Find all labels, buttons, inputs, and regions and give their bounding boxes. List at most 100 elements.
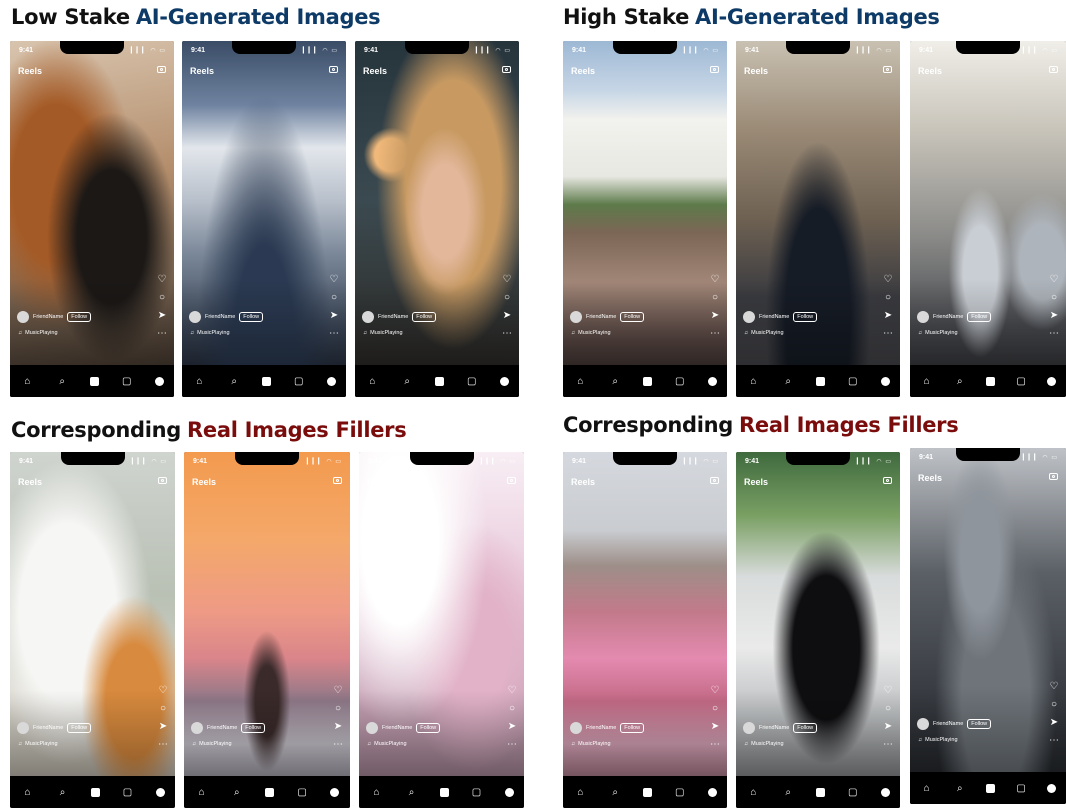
home-icon[interactable]: ⌂: [20, 376, 34, 387]
comment-icon[interactable]: ○: [509, 704, 515, 714]
camera-icon[interactable]: [502, 66, 511, 73]
shop-icon[interactable]: ▢: [120, 376, 134, 387]
more-icon[interactable]: ⋯: [158, 740, 168, 750]
heart-icon[interactable]: ♡: [711, 275, 720, 285]
heart-icon[interactable]: ♡: [334, 686, 343, 696]
share-icon[interactable]: ➤: [711, 311, 719, 321]
profile-icon[interactable]: [154, 376, 164, 386]
heart-icon[interactable]: ♡: [159, 686, 168, 696]
avatar[interactable]: [570, 722, 582, 734]
share-icon[interactable]: ➤: [1050, 311, 1058, 321]
share-icon[interactable]: ➤: [334, 722, 342, 732]
share-icon[interactable]: ➤: [330, 311, 338, 321]
music-info[interactable]: ♫ MusicPlaying: [190, 330, 230, 336]
profile-icon[interactable]: [707, 376, 717, 386]
shop-icon[interactable]: ▢: [121, 787, 135, 798]
search-icon[interactable]: ⌕: [405, 787, 419, 798]
home-icon[interactable]: ⌂: [746, 787, 760, 798]
share-icon[interactable]: ➤: [884, 722, 892, 732]
search-icon[interactable]: ⌕: [608, 376, 622, 387]
heart-icon[interactable]: ♡: [508, 686, 517, 696]
profile-icon[interactable]: [1047, 783, 1057, 793]
music-info[interactable]: ♫ MusicPlaying: [918, 737, 958, 743]
shop-icon[interactable]: ▢: [846, 376, 860, 387]
shop-icon[interactable]: ▢: [465, 376, 479, 387]
comment-icon[interactable]: ○: [712, 704, 718, 714]
reels-icon[interactable]: [642, 787, 652, 797]
music-info[interactable]: ♫ MusicPlaying: [363, 330, 403, 336]
heart-icon[interactable]: ♡: [1050, 275, 1059, 285]
home-icon[interactable]: ⌂: [370, 787, 384, 798]
username[interactable]: FriendName: [33, 725, 63, 731]
more-icon[interactable]: ⋯: [710, 740, 720, 750]
music-info[interactable]: ♫ MusicPlaying: [18, 741, 58, 747]
username[interactable]: FriendName: [933, 314, 963, 320]
shop-icon[interactable]: ▢: [846, 787, 860, 798]
reels-icon[interactable]: [90, 787, 100, 797]
camera-icon[interactable]: [329, 66, 338, 73]
username[interactable]: FriendName: [586, 725, 616, 731]
reels-icon[interactable]: [642, 376, 652, 386]
more-icon[interactable]: ⋯: [507, 740, 517, 750]
search-icon[interactable]: ⌕: [953, 376, 967, 387]
home-icon[interactable]: ⌂: [920, 783, 934, 794]
avatar[interactable]: [362, 311, 374, 323]
heart-icon[interactable]: ♡: [158, 275, 167, 285]
reels-icon[interactable]: [439, 787, 449, 797]
reels-icon[interactable]: [985, 376, 995, 386]
follow-button[interactable]: Follow: [416, 723, 441, 733]
username[interactable]: FriendName: [207, 725, 237, 731]
comment-icon[interactable]: ○: [335, 704, 341, 714]
follow-button[interactable]: Follow: [967, 719, 992, 729]
username[interactable]: FriendName: [759, 314, 789, 320]
more-icon[interactable]: ⋯: [883, 740, 893, 750]
comment-icon[interactable]: ○: [159, 293, 165, 303]
avatar[interactable]: [570, 311, 582, 323]
avatar[interactable]: [17, 722, 29, 734]
profile-icon[interactable]: [326, 376, 336, 386]
profile-icon[interactable]: [707, 787, 717, 797]
comment-icon[interactable]: ○: [885, 293, 891, 303]
follow-button[interactable]: Follow: [793, 723, 818, 733]
share-icon[interactable]: ➤: [503, 311, 511, 321]
share-icon[interactable]: ➤: [159, 722, 167, 732]
profile-icon[interactable]: [880, 376, 890, 386]
avatar[interactable]: [743, 722, 755, 734]
shop-icon[interactable]: ▢: [673, 787, 687, 798]
more-icon[interactable]: ⋯: [710, 329, 720, 339]
more-icon[interactable]: ⋯: [883, 329, 893, 339]
camera-icon[interactable]: [158, 477, 167, 484]
search-icon[interactable]: ⌕: [230, 787, 244, 798]
reels-icon[interactable]: [89, 376, 99, 386]
more-icon[interactable]: ⋯: [329, 329, 339, 339]
avatar[interactable]: [191, 722, 203, 734]
avatar[interactable]: [917, 311, 929, 323]
profile-icon[interactable]: [504, 787, 514, 797]
search-icon[interactable]: ⌕: [55, 376, 69, 387]
search-icon[interactable]: ⌕: [781, 376, 795, 387]
reels-icon[interactable]: [815, 376, 825, 386]
avatar[interactable]: [917, 718, 929, 730]
username[interactable]: FriendName: [759, 725, 789, 731]
follow-button[interactable]: Follow: [620, 723, 645, 733]
comment-icon[interactable]: ○: [160, 704, 166, 714]
search-icon[interactable]: ⌕: [953, 783, 967, 794]
camera-icon[interactable]: [710, 66, 719, 73]
heart-icon[interactable]: ♡: [884, 275, 893, 285]
home-icon[interactable]: ⌂: [573, 787, 587, 798]
search-icon[interactable]: ⌕: [227, 376, 241, 387]
more-icon[interactable]: ⋯: [1049, 329, 1059, 339]
camera-icon[interactable]: [883, 477, 892, 484]
heart-icon[interactable]: ♡: [1050, 682, 1059, 692]
home-icon[interactable]: ⌂: [920, 376, 934, 387]
username[interactable]: FriendName: [378, 314, 408, 320]
share-icon[interactable]: ➤: [508, 722, 516, 732]
home-icon[interactable]: ⌂: [365, 376, 379, 387]
home-icon[interactable]: ⌂: [195, 787, 209, 798]
camera-icon[interactable]: [507, 477, 516, 484]
comment-icon[interactable]: ○: [885, 704, 891, 714]
username[interactable]: FriendName: [205, 314, 235, 320]
comment-icon[interactable]: ○: [1051, 700, 1057, 710]
username[interactable]: FriendName: [586, 314, 616, 320]
more-icon[interactable]: ⋯: [157, 329, 167, 339]
